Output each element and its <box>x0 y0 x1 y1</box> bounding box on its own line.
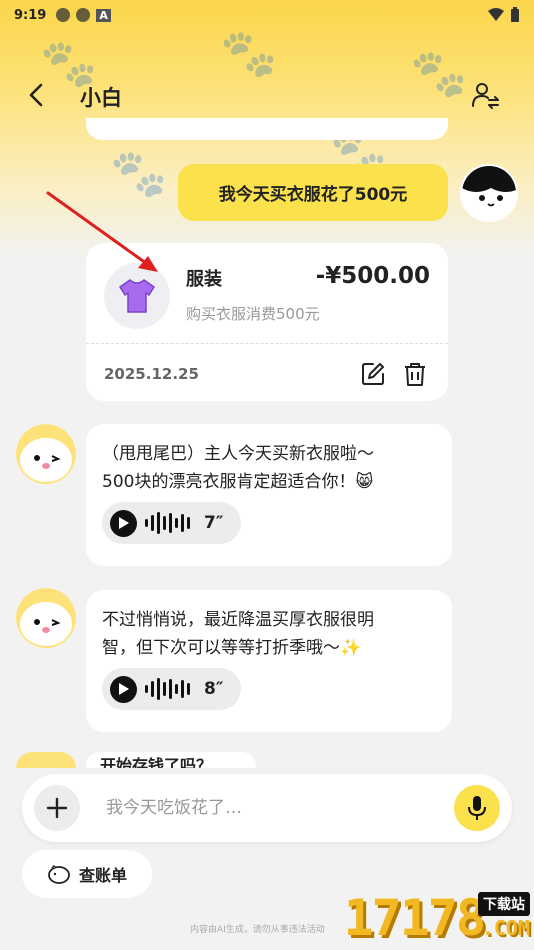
voice-duration: 8″ <box>204 679 224 699</box>
assistant-message-bubble: （甩甩尾巴）主人今天买新衣服啦～ 500块的漂亮衣服肯定超适合你！😸 7″ <box>86 424 452 566</box>
assistant-message-bubble: 开始存钱了吗？ <box>86 752 256 768</box>
assistant-message-text: （甩甩尾巴）主人今天买新衣服啦～ 500块的漂亮衣服肯定超适合你！😸 <box>102 444 374 492</box>
voice-input-button[interactable] <box>454 785 500 831</box>
status-time: 9:19 <box>14 7 47 23</box>
ai-disclaimer: 内容由AI生成，请勿从事违法活动 <box>190 925 325 935</box>
view-ledger-label: 查账单 <box>78 866 127 885</box>
user-message-bubble: 我今天买衣服花了500元 <box>178 164 448 221</box>
user-switch-icon[interactable] <box>470 80 500 110</box>
add-button[interactable] <box>34 785 80 831</box>
category-icon <box>104 263 170 329</box>
back-arrow-icon[interactable] <box>22 80 52 110</box>
wifi-icon <box>488 8 504 21</box>
hamster-avatar-icon <box>16 424 76 484</box>
previous-card-edge <box>86 118 448 140</box>
record-date: 2025.12.25 <box>104 365 199 383</box>
watermark-number: 17178 <box>343 889 486 947</box>
expense-record-card[interactable]: 服装 -¥500.00 购买衣服消费500元 2025.12.25 <box>86 243 448 401</box>
delete-icon[interactable] <box>402 361 428 387</box>
divider <box>86 343 448 344</box>
edit-icon[interactable] <box>360 361 386 387</box>
assistant-avatar[interactable] <box>16 424 76 484</box>
paw-print-icon: 🐾 <box>110 146 168 200</box>
user-avatar[interactable] <box>460 164 518 222</box>
waveform-icon <box>145 512 190 534</box>
watermark-tag: 下载站 <box>478 892 530 916</box>
piggy-bank-icon <box>48 864 70 884</box>
battery-icon <box>511 7 519 22</box>
play-icon[interactable] <box>110 509 137 537</box>
waveform-icon <box>145 678 190 700</box>
page-title: 小白 <box>80 86 122 110</box>
play-icon[interactable] <box>110 675 137 703</box>
app-badge-icon: A <box>96 8 111 22</box>
message-composer <box>22 774 512 842</box>
watermark-suffix: .COM <box>481 916 530 940</box>
voice-message-player[interactable]: 8″ <box>102 668 242 710</box>
hamster-avatar-icon <box>16 588 76 648</box>
voice-duration: 7″ <box>204 513 224 533</box>
site-watermark-logo: 17178 下载站 .COM <box>306 880 534 950</box>
plus-icon <box>46 797 68 819</box>
message-input[interactable] <box>106 794 406 822</box>
record-amount: -¥500.00 <box>315 263 430 289</box>
assistant-avatar <box>16 752 76 768</box>
notification-icon <box>76 8 91 22</box>
view-ledger-button[interactable]: 查账单 <box>22 850 152 898</box>
status-bar: 9:19 A <box>0 0 534 30</box>
assistant-message-bubble: 不过悄悄说，最近降温买厚衣服很明 智，但下次可以等等打折季哦～✨ 8″ <box>86 590 452 732</box>
chat-header: 小白 <box>0 70 534 122</box>
assistant-message-text: 不过悄悄说，最近降温买厚衣服很明 智，但下次可以等等打折季哦～✨ <box>102 610 374 658</box>
microphone-icon <box>468 796 486 820</box>
shirt-icon <box>118 279 156 313</box>
assistant-message-text: 开始存钱了吗？ <box>100 756 213 768</box>
assistant-avatar[interactable] <box>16 588 76 648</box>
record-description: 购买衣服消费500元 <box>186 305 320 323</box>
user-message-text: 我今天买衣服花了500元 <box>218 185 408 205</box>
voice-message-player[interactable]: 7″ <box>102 502 242 544</box>
notification-icon <box>56 8 71 22</box>
record-category: 服装 <box>186 269 222 290</box>
